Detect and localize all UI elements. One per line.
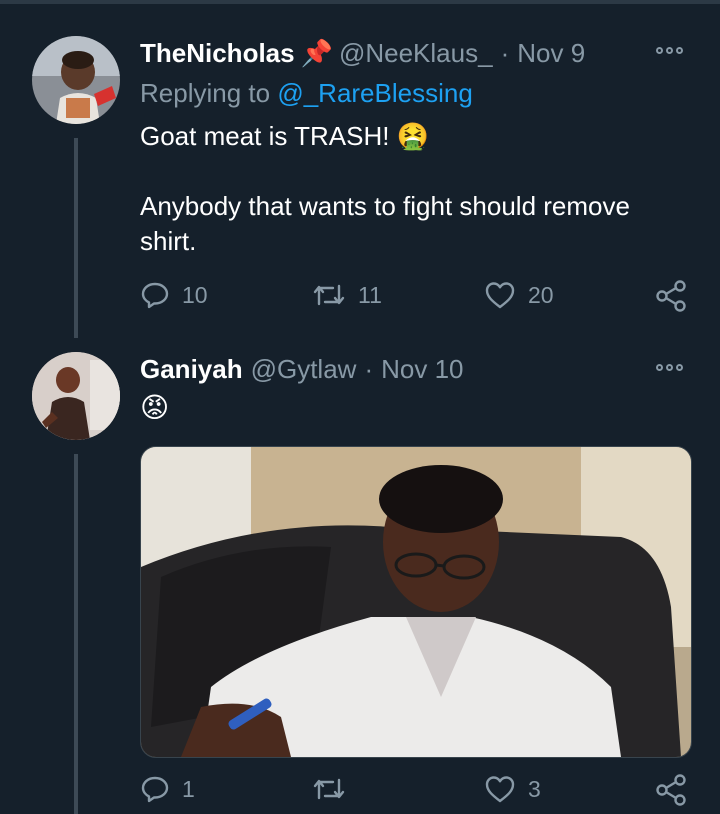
thread-line xyxy=(74,454,78,814)
timestamp[interactable]: Nov 10 xyxy=(381,354,463,385)
replying-to: Replying to @_RareBlessing xyxy=(140,78,473,109)
like-button[interactable]: 20 xyxy=(484,280,554,310)
share-icon xyxy=(656,280,686,312)
nauseated-emoji: 🤮 xyxy=(396,121,430,151)
separator: · xyxy=(364,353,374,384)
tweet-header: TheNicholas 📌 @NeeKlaus_ · Nov 9 xyxy=(140,36,585,70)
tweet-text-line: Anybody that wants to fight should remov… xyxy=(140,191,630,221)
heart-icon xyxy=(485,282,515,309)
avatar[interactable] xyxy=(32,36,120,124)
tweet-text-line: shirt. xyxy=(140,226,197,256)
like-button[interactable]: 3 xyxy=(484,774,541,804)
tweet-1[interactable]: TheNicholas 📌 @NeeKlaus_ · Nov 9 Replyin… xyxy=(0,0,720,340)
like-count: 20 xyxy=(528,281,554,308)
reply-icon xyxy=(141,776,169,803)
handle[interactable]: @Gytlaw xyxy=(251,354,357,385)
avatar[interactable] xyxy=(32,352,120,440)
retweet-count: 11 xyxy=(358,281,382,308)
retweet-icon xyxy=(313,778,345,800)
display-name[interactable]: Ganiyah xyxy=(140,354,243,385)
tweet-text: 😡 xyxy=(140,390,169,425)
share-button[interactable] xyxy=(654,280,688,312)
handle[interactable]: @NeeKlaus_ xyxy=(339,38,493,69)
reply-count: 10 xyxy=(182,281,208,308)
pin-emoji: 📌 xyxy=(300,37,333,68)
avatar-photo xyxy=(32,352,120,440)
tweet-2[interactable]: Ganiyah @Gytlaw · Nov 10 😡 1 3 xyxy=(0,340,720,814)
tweet-text: Goat meat is TRASH! 🤮 Anybody that wants… xyxy=(140,119,630,259)
replying-prefix: Replying to xyxy=(140,78,271,108)
reply-icon xyxy=(141,282,169,309)
heart-icon xyxy=(485,776,515,803)
reply-button[interactable]: 1 xyxy=(140,774,195,804)
retweet-button[interactable] xyxy=(312,774,358,804)
more-icon[interactable] xyxy=(656,47,683,54)
separator: · xyxy=(500,37,510,68)
reply-count: 1 xyxy=(182,775,195,802)
display-name[interactable]: TheNicholas xyxy=(140,38,295,69)
share-icon xyxy=(656,774,686,806)
share-button[interactable] xyxy=(654,774,688,806)
tweet-actions: 1 3 xyxy=(140,774,700,808)
tweet-text-line: Goat meat is TRASH! xyxy=(140,121,390,151)
thread-line xyxy=(74,138,78,338)
tweet-actions: 10 11 20 xyxy=(140,280,700,314)
tweet-image[interactable] xyxy=(140,446,692,758)
retweet-icon xyxy=(313,284,345,306)
retweet-button[interactable]: 11 xyxy=(312,280,382,310)
replying-to-handle[interactable]: @_RareBlessing xyxy=(277,78,472,108)
boy-in-chair-image xyxy=(141,447,691,757)
tweet-header: Ganiyah @Gytlaw · Nov 10 xyxy=(140,352,464,386)
angry-emoji: 😡 xyxy=(140,392,170,423)
reply-button[interactable]: 10 xyxy=(140,280,208,310)
like-count: 3 xyxy=(528,775,541,802)
more-icon[interactable] xyxy=(656,364,683,371)
avatar-photo xyxy=(32,36,120,124)
timestamp[interactable]: Nov 9 xyxy=(517,38,585,69)
